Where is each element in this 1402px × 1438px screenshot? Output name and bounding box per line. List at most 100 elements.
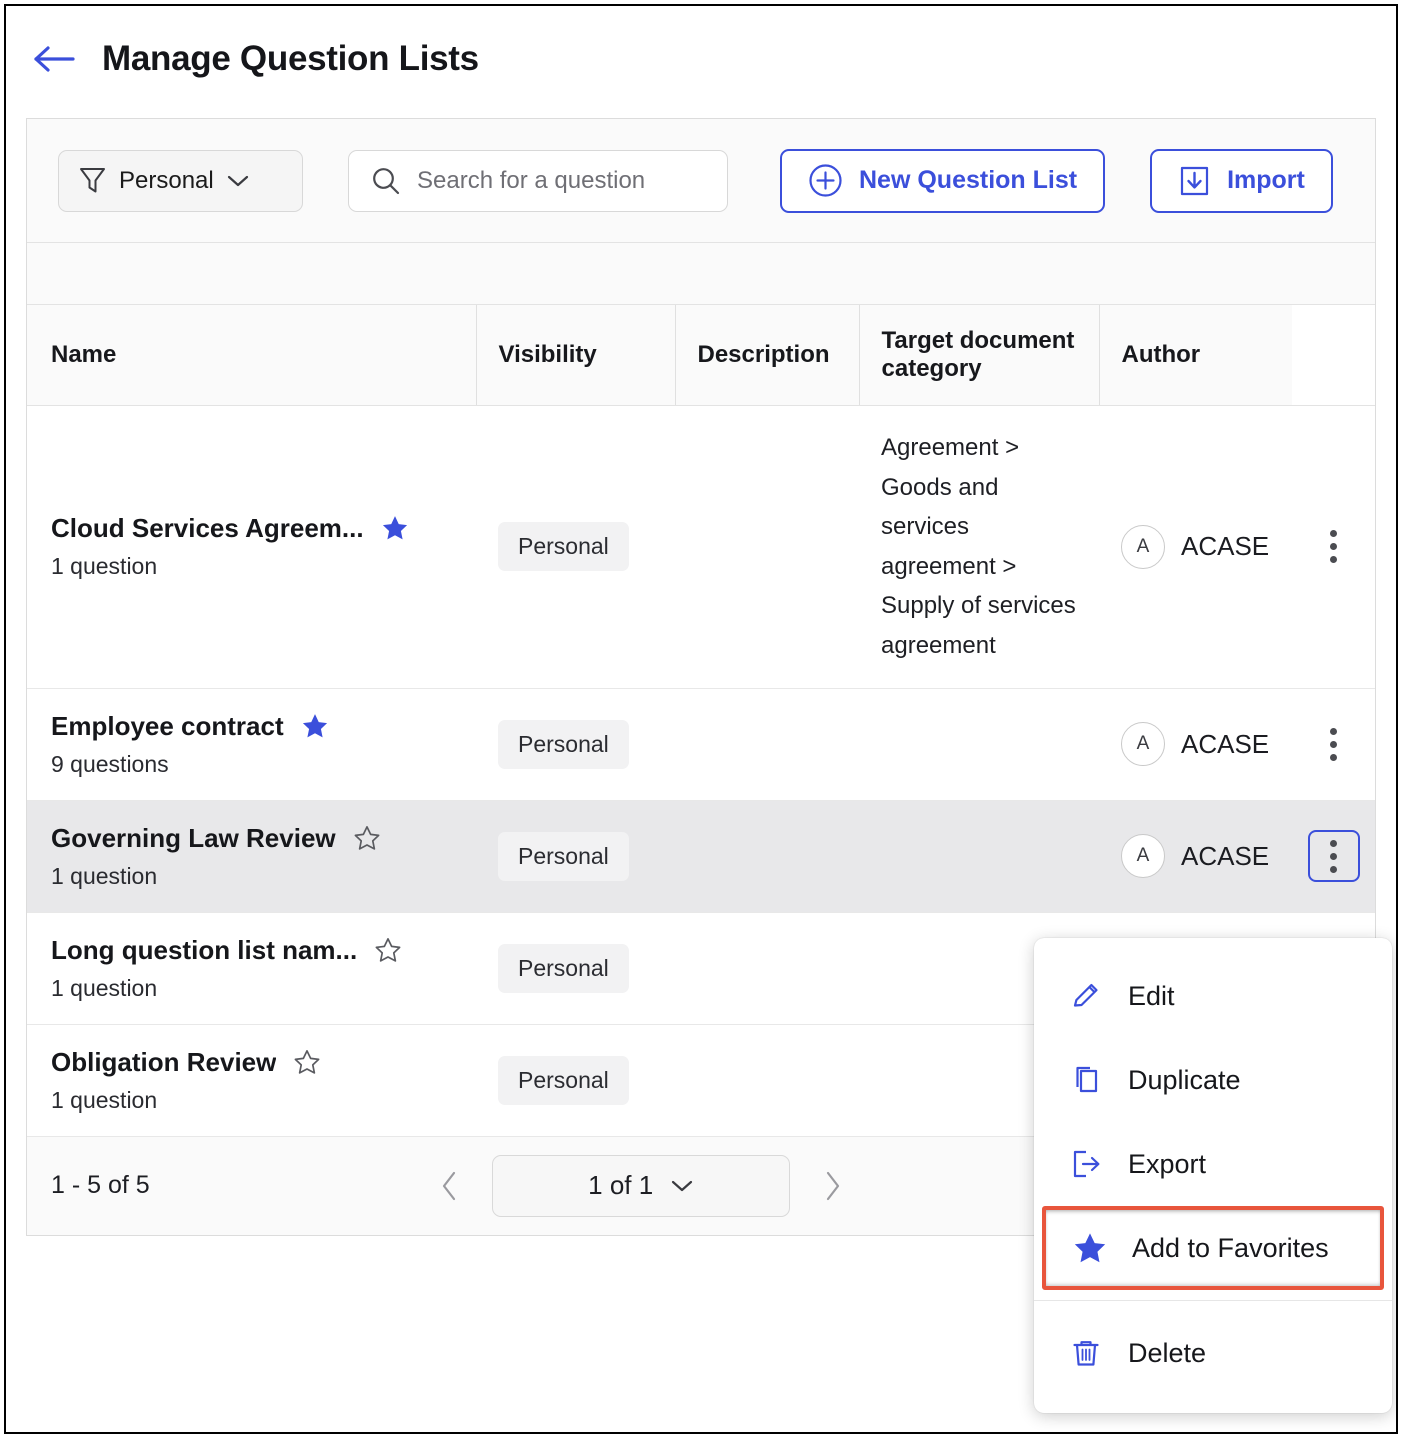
star-filled-icon	[1070, 1228, 1110, 1268]
row-visibility-cell: Personal	[476, 1024, 675, 1136]
question-count: 1 question	[51, 863, 466, 890]
search-input[interactable]: Search for a question	[348, 150, 728, 212]
row-name-cell[interactable]: Obligation Review 1 question	[27, 1024, 476, 1136]
column-header-name[interactable]: Name	[27, 305, 476, 406]
menu-item-label: Edit	[1128, 981, 1175, 1012]
question-count: 9 questions	[51, 751, 466, 778]
visibility-badge: Personal	[498, 720, 629, 769]
menu-item-label: Delete	[1128, 1338, 1206, 1369]
row-description-cell	[675, 912, 859, 1024]
question-count: 1 question	[51, 975, 466, 1002]
plus-circle-icon	[808, 163, 843, 198]
column-header-actions	[1292, 305, 1375, 406]
question-list-name: Long question list nam...	[51, 935, 357, 966]
column-header-target-document-category[interactable]: Target document category	[859, 305, 1099, 406]
avatar: A	[1121, 722, 1165, 766]
row-visibility-cell: Personal	[476, 688, 675, 800]
menu-item-label: Duplicate	[1128, 1065, 1241, 1096]
column-header-author[interactable]: Author	[1099, 305, 1292, 406]
star-filled-icon[interactable]	[300, 712, 330, 741]
row-description-cell	[675, 1024, 859, 1136]
menu-item-label: Export	[1128, 1149, 1206, 1180]
new-question-list-label: New Question List	[859, 166, 1077, 195]
row-menu-button[interactable]	[1308, 830, 1360, 882]
prev-page-button[interactable]	[428, 1165, 470, 1207]
arrow-left-icon	[32, 45, 76, 73]
menu-item-delete[interactable]: Delete	[1034, 1311, 1392, 1395]
new-question-list-button[interactable]: New Question List	[780, 149, 1105, 213]
row-author-cell: A ACASE	[1099, 800, 1292, 912]
chevron-right-icon	[823, 1170, 843, 1202]
row-menu-button[interactable]	[1308, 521, 1360, 573]
toolbar-spacer-band	[27, 243, 1375, 305]
page-title: Manage Question Lists	[102, 39, 479, 79]
column-header-visibility[interactable]: Visibility	[476, 305, 675, 406]
import-button[interactable]: Import	[1150, 149, 1333, 213]
row-actions-cell	[1292, 406, 1375, 689]
visibility-badge: Personal	[498, 522, 629, 571]
table-row[interactable]: Governing Law Review 1 question Personal	[27, 800, 1375, 912]
table-header-row: Name Visibility Description Target docum…	[27, 305, 1375, 406]
table-toolbar: Personal Search for a question New Quest…	[27, 119, 1375, 243]
star-filled-icon[interactable]	[380, 514, 410, 543]
funnel-icon	[79, 166, 106, 195]
row-menu-button[interactable]	[1308, 718, 1360, 770]
pencil-icon	[1066, 976, 1106, 1016]
visibility-badge: Personal	[498, 1056, 629, 1105]
chevron-down-icon	[671, 1179, 693, 1193]
page-selector[interactable]: 1 of 1	[492, 1155, 790, 1217]
question-list-name: Governing Law Review	[51, 823, 336, 854]
table-row[interactable]: Cloud Services Agreem... 1 question Pers…	[27, 406, 1375, 689]
back-button[interactable]	[32, 44, 76, 74]
row-actions-cell	[1292, 800, 1375, 912]
menu-item-duplicate[interactable]: Duplicate	[1034, 1038, 1392, 1122]
row-actions-cell	[1292, 688, 1375, 800]
row-name-cell[interactable]: Governing Law Review 1 question	[27, 800, 476, 912]
page-header: Manage Question Lists	[6, 6, 1396, 112]
menu-item-edit[interactable]: Edit	[1034, 954, 1392, 1038]
avatar: A	[1121, 834, 1165, 878]
chevron-down-icon	[227, 174, 249, 188]
row-visibility-cell: Personal	[476, 406, 675, 689]
star-outline-icon[interactable]	[352, 824, 382, 853]
menu-item-label: Add to Favorites	[1132, 1233, 1329, 1264]
row-description-cell	[675, 800, 859, 912]
copy-icon	[1066, 1060, 1106, 1100]
row-category-cell	[859, 688, 1099, 800]
row-context-menu: Edit Duplicate Export	[1034, 938, 1392, 1413]
row-name-cell[interactable]: Long question list nam... 1 question	[27, 912, 476, 1024]
row-author-cell: A ACASE	[1099, 406, 1292, 689]
search-icon	[371, 166, 401, 196]
visibility-badge: Personal	[498, 832, 629, 881]
row-author-cell: A ACASE	[1099, 688, 1292, 800]
row-category-cell: Agreement > Goods and services agreement…	[859, 406, 1099, 689]
row-visibility-cell: Personal	[476, 912, 675, 1024]
app-window: Manage Question Lists Personal Search fo…	[4, 4, 1398, 1434]
avatar: A	[1121, 525, 1165, 569]
column-header-description[interactable]: Description	[675, 305, 859, 406]
filter-dropdown[interactable]: Personal	[58, 150, 303, 212]
menu-divider	[1034, 1300, 1392, 1301]
trash-icon	[1066, 1333, 1106, 1373]
export-arrow-icon	[1066, 1144, 1106, 1184]
star-outline-icon[interactable]	[292, 1048, 322, 1077]
visibility-badge: Personal	[498, 944, 629, 993]
filter-label: Personal	[119, 167, 214, 195]
import-download-icon	[1178, 164, 1211, 198]
question-count: 1 question	[51, 553, 466, 580]
menu-item-add-to-favorites[interactable]: Add to Favorites	[1042, 1206, 1384, 1290]
row-name-cell[interactable]: Employee contract 9 questions	[27, 688, 476, 800]
table-row[interactable]: Employee contract 9 questions Personal	[27, 688, 1375, 800]
star-outline-icon[interactable]	[373, 936, 403, 965]
menu-item-export[interactable]: Export	[1034, 1122, 1392, 1206]
author-name: ACASE	[1181, 729, 1269, 760]
row-category-cell	[859, 800, 1099, 912]
pagination-range: 1 - 5 of 5	[51, 1171, 150, 1200]
question-list-name: Obligation Review	[51, 1047, 276, 1078]
search-placeholder: Search for a question	[417, 167, 645, 195]
row-name-cell[interactable]: Cloud Services Agreem... 1 question	[27, 406, 476, 689]
row-description-cell	[675, 406, 859, 689]
pagination-controls: 1 of 1	[428, 1155, 854, 1217]
question-list-name: Employee contract	[51, 711, 284, 742]
next-page-button[interactable]	[812, 1165, 854, 1207]
